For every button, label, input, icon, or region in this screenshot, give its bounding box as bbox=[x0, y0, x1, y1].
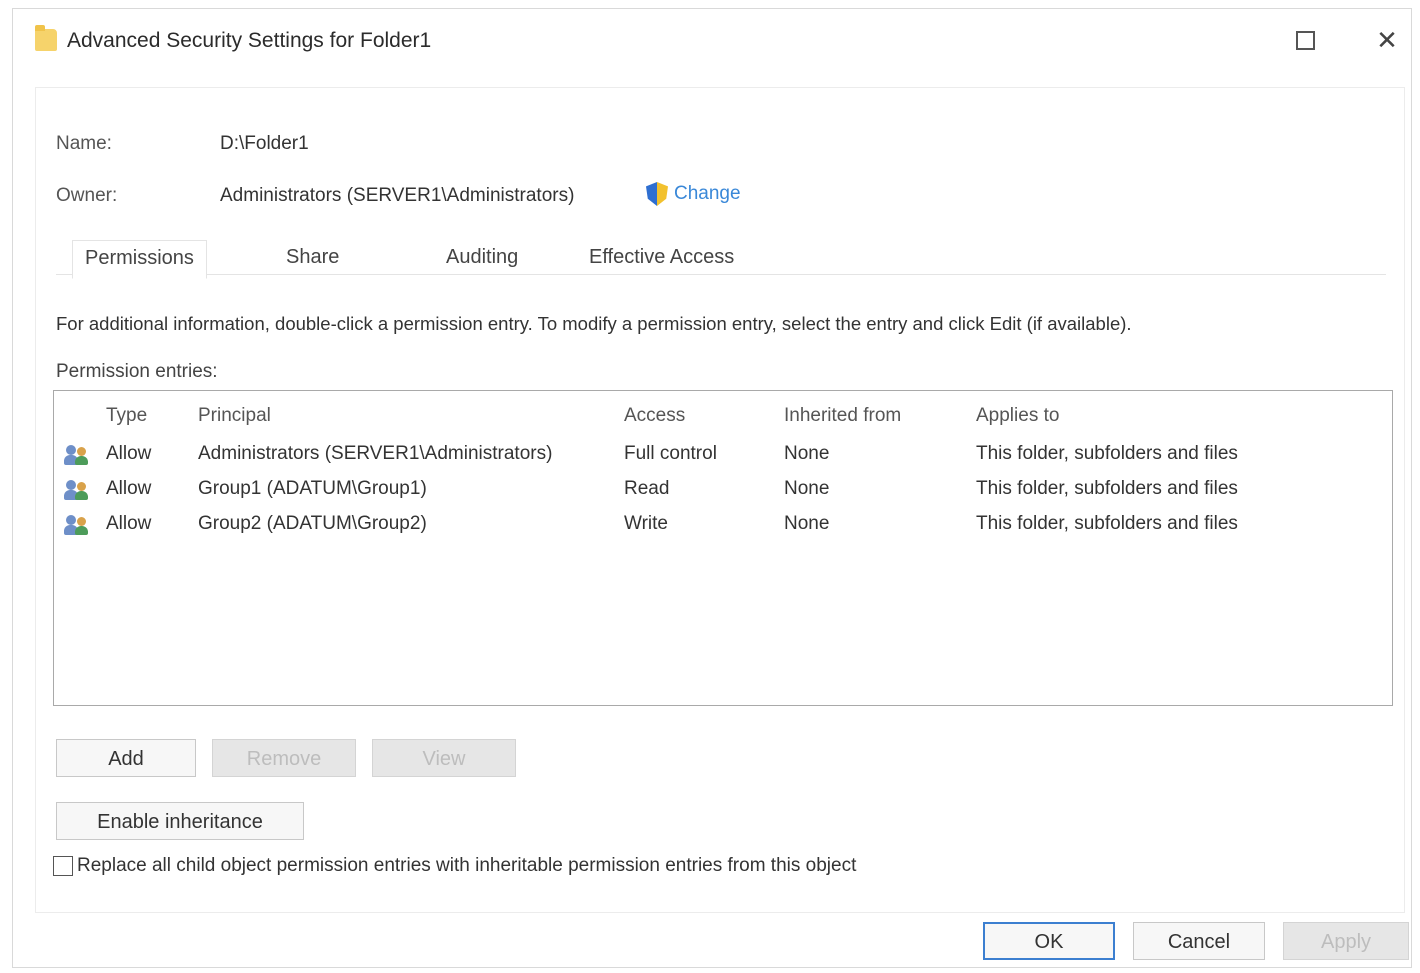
dialog-content: Name: D:\Folder1 Owner: Administrators (… bbox=[35, 87, 1405, 913]
remove-button[interactable]: Remove bbox=[212, 739, 356, 777]
uac-shield-icon bbox=[646, 182, 668, 206]
cell-access: Full control bbox=[624, 443, 717, 464]
cell-principal: Administrators (SERVER1\Administrators) bbox=[198, 443, 553, 464]
view-button[interactable]: View bbox=[372, 739, 516, 777]
column-header-type[interactable]: Type bbox=[106, 405, 147, 427]
column-header-inherited-from[interactable]: Inherited from bbox=[784, 405, 901, 427]
ok-button[interactable]: OK bbox=[983, 922, 1115, 960]
replace-child-permissions-option[interactable]: Replace all child object permission entr… bbox=[53, 855, 856, 877]
table-row[interactable]: Allow Administrators (SERVER1\Administra… bbox=[54, 439, 1392, 473]
name-label: Name: bbox=[56, 133, 112, 154]
maximize-button[interactable] bbox=[1285, 23, 1325, 57]
name-value: D:\Folder1 bbox=[220, 133, 309, 154]
column-header-applies-to[interactable]: Applies to bbox=[976, 405, 1059, 427]
tab-auditing[interactable]: Auditing bbox=[446, 246, 518, 269]
cell-access: Write bbox=[624, 513, 668, 534]
apply-button[interactable]: Apply bbox=[1283, 922, 1409, 960]
cell-principal: Group1 (ADATUM\Group1) bbox=[198, 478, 427, 499]
cell-inherited: None bbox=[784, 478, 830, 499]
tab-permissions[interactable]: Permissions bbox=[72, 240, 207, 279]
owner-label: Owner: bbox=[56, 185, 118, 206]
enable-inheritance-button[interactable]: Enable inheritance bbox=[56, 802, 304, 840]
replace-child-permissions-label: Replace all child object permission entr… bbox=[77, 855, 857, 876]
cell-principal: Group2 (ADATUM\Group2) bbox=[198, 513, 427, 534]
replace-child-permissions-checkbox[interactable] bbox=[53, 856, 73, 876]
table-row[interactable]: Allow Group2 (ADATUM\Group2) Write None … bbox=[54, 509, 1392, 543]
add-button[interactable]: Add bbox=[56, 739, 196, 777]
cell-type: Allow bbox=[106, 478, 152, 499]
cell-applies: This folder, subfolders and files bbox=[976, 478, 1238, 499]
users-group-icon bbox=[64, 443, 90, 465]
users-group-icon bbox=[64, 478, 90, 500]
cell-inherited: None bbox=[784, 513, 830, 534]
close-button[interactable]: ✕ bbox=[1367, 23, 1407, 57]
tab-share[interactable]: Share bbox=[286, 246, 339, 269]
window-title: Advanced Security Settings for Folder1 bbox=[67, 29, 432, 52]
permission-entries-list[interactable]: Type Principal Access Inherited from App… bbox=[53, 390, 1393, 706]
table-row[interactable]: Allow Group1 (ADATUM\Group1) Read None T… bbox=[54, 474, 1392, 508]
title-bar: Advanced Security Settings for Folder1 ✕ bbox=[13, 9, 1411, 71]
users-group-icon bbox=[64, 513, 90, 535]
cell-inherited: None bbox=[784, 443, 830, 464]
cancel-button[interactable]: Cancel bbox=[1133, 922, 1265, 960]
change-link-label: Change bbox=[674, 183, 741, 204]
owner-value: Administrators (SERVER1\Administrators) bbox=[220, 185, 575, 206]
cell-applies: This folder, subfolders and files bbox=[976, 513, 1238, 534]
column-header-principal[interactable]: Principal bbox=[198, 405, 271, 427]
column-header-access[interactable]: Access bbox=[624, 405, 685, 427]
folder-icon bbox=[35, 25, 57, 51]
permission-entries-label: Permission entries: bbox=[56, 361, 218, 382]
maximize-icon bbox=[1295, 31, 1315, 51]
security-settings-window: Advanced Security Settings for Folder1 ✕… bbox=[12, 8, 1412, 968]
cell-type: Allow bbox=[106, 443, 152, 464]
cell-type: Allow bbox=[106, 513, 152, 534]
change-owner-link[interactable]: Change bbox=[646, 182, 741, 206]
cell-access: Read bbox=[624, 478, 670, 499]
tab-effective-access[interactable]: Effective Access bbox=[589, 246, 734, 269]
info-text: For additional information, double-click… bbox=[56, 313, 1132, 334]
tab-bar: Permissions Share Auditing Effective Acc… bbox=[56, 238, 1386, 279]
cell-applies: This folder, subfolders and files bbox=[976, 443, 1238, 464]
close-icon: ✕ bbox=[1376, 25, 1398, 55]
